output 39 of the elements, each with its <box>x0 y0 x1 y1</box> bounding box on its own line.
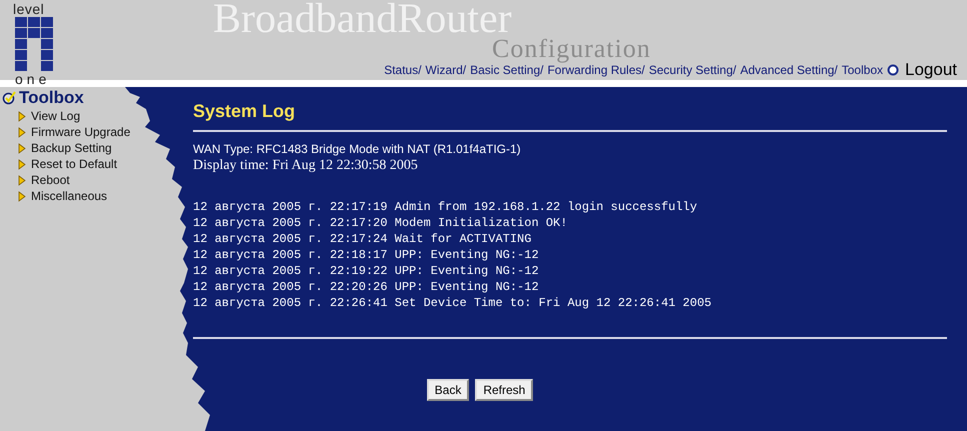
nav-link[interactable]: Forwarding Rules/ <box>547 63 645 77</box>
sidebar-link[interactable]: Reboot <box>31 173 70 187</box>
log-line: 12 августа 2005 г. 22:26:41 Set Device Time to: Fri Aug 12 22:26:41 2005 <box>193 295 712 311</box>
check-circle-icon <box>2 91 16 105</box>
sidebar-link[interactable]: Miscellaneous <box>31 189 108 203</box>
display-time-text: Display time: Fri Aug 12 22:30:58 2005 <box>193 157 419 174</box>
log-line: 12 августа 2005 г. 22:17:20 Modem Initialization OK! <box>193 215 568 231</box>
sidebar-link[interactable]: Firmware Upgrade <box>31 125 130 139</box>
log-line: 12 августа 2005 г. 22:17:24 Wait for ACTIVATING <box>193 231 532 247</box>
log-line: 12 августа 2005 г. 22:18:17 UPP: Eventing NG:-12 <box>193 247 540 263</box>
sidebar-link[interactable]: Reset to Default <box>31 157 118 171</box>
wan-type-text: WAN Type: RFC1483 Bridge Mode with NAT (R1.01f4aTIG-1) <box>193 141 522 157</box>
logo-grid-icon <box>15 17 53 71</box>
sidebar-link[interactable]: View Log <box>31 109 80 123</box>
header-subtitle: Configuration <box>492 37 651 61</box>
nav-link[interactable]: Wizard/ <box>425 63 466 77</box>
nav-link[interactable]: Security Setting/ <box>648 63 736 77</box>
log-line: 12 августа 2005 г. 22:20:26 UPP: Eventing NG:-12 <box>193 279 540 295</box>
triangle-bullet-icon <box>18 110 26 122</box>
nav-link[interactable]: Toolbox <box>842 63 883 77</box>
triangle-bullet-icon <box>18 174 26 186</box>
page-title: System Log <box>193 100 296 122</box>
sidebar-heading: Toolbox <box>19 88 84 108</box>
logout-link[interactable]: Logout <box>905 60 957 80</box>
triangle-bullet-icon <box>18 126 26 138</box>
logo-text: level <box>13 2 44 16</box>
action-button[interactable]: Back <box>426 379 470 401</box>
sidebar-link[interactable]: Backup Setting <box>31 141 112 155</box>
triangle-bullet-icon <box>18 190 26 202</box>
logo-text: one <box>15 72 50 86</box>
log-line: 12 августа 2005 г. 22:17:19 Admin from 192.168.1.22 login successfully <box>193 199 698 215</box>
nav-link[interactable]: Basic Setting/ <box>470 63 544 77</box>
nav-link[interactable]: Status/ <box>384 63 422 77</box>
triangle-bullet-icon <box>18 142 26 154</box>
triangle-bullet-icon <box>18 158 26 170</box>
nav-link[interactable]: Advanced Setting/ <box>740 63 838 77</box>
radio-circle-icon <box>887 64 899 76</box>
action-button[interactable]: Refresh <box>475 379 534 401</box>
log-line: 12 августа 2005 г. 22:19:22 UPP: Eventing NG:-12 <box>193 263 540 279</box>
